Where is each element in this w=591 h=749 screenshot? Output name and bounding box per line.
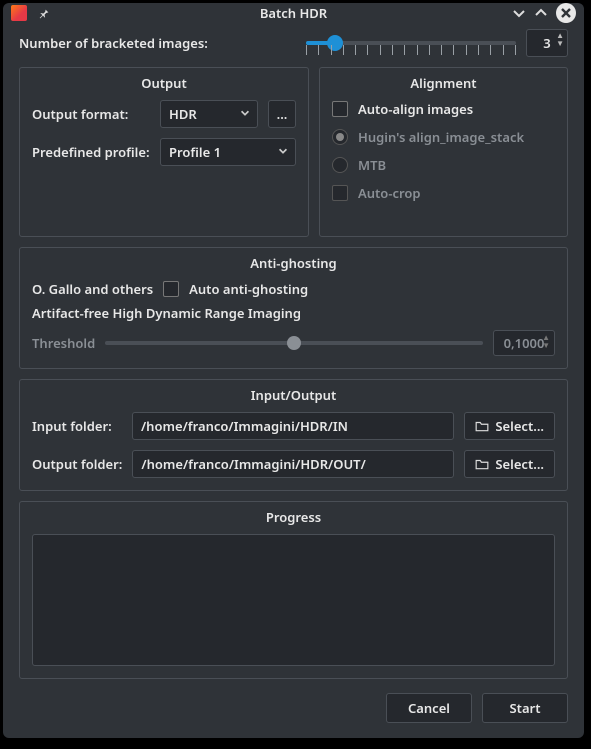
close-button[interactable]	[556, 3, 576, 23]
collapse-button[interactable]	[512, 6, 526, 20]
output-folder-select-button[interactable]: Select...	[464, 450, 555, 478]
profile-select[interactable]: Profile 1	[160, 138, 296, 166]
io-title: Input/Output	[32, 386, 555, 404]
progress-log	[32, 534, 555, 666]
output-group: Output Output format: HDR ... Predefined…	[19, 67, 309, 237]
antighosting-group: Anti-ghosting O. Gallo and others Auto a…	[19, 247, 568, 369]
batch-hdr-window: Batch HDR Number of bracketed images:	[3, 3, 584, 738]
output-format-select[interactable]: HDR	[160, 100, 258, 128]
output-folder-field[interactable]: /home/franco/Immagini/HDR/OUT/	[132, 450, 454, 478]
input-folder-select-button[interactable]: Select...	[464, 412, 555, 440]
bracket-row: Number of bracketed images: 3 ▲▼	[19, 29, 568, 57]
checkbox-icon	[332, 185, 348, 201]
bracket-value: 3	[543, 34, 550, 52]
auto-align-row[interactable]: Auto-align images	[332, 100, 555, 118]
output-format-label: Output format:	[32, 105, 150, 123]
pin-icon[interactable]	[37, 7, 50, 20]
output-format-more-button[interactable]: ...	[268, 100, 296, 128]
cancel-button[interactable]: Cancel	[386, 693, 472, 723]
threshold-spinbox: 0,1000 ▲▼	[493, 330, 555, 356]
bracket-label: Number of bracketed images:	[19, 34, 208, 52]
output-title: Output	[32, 74, 296, 92]
radio-icon	[332, 157, 348, 173]
profile-label: Predefined profile:	[32, 143, 150, 161]
start-button[interactable]: Start	[482, 693, 568, 723]
auto-antighosting-row[interactable]: Auto anti-ghosting	[163, 280, 308, 298]
mtb-row: MTB	[332, 156, 555, 174]
footer: Cancel Start	[19, 689, 568, 723]
checkbox-icon	[332, 101, 348, 117]
progress-group: Progress	[19, 501, 568, 679]
radio-icon	[332, 129, 348, 145]
window-title: Batch HDR	[3, 4, 584, 22]
progress-title: Progress	[32, 508, 555, 526]
antighosting-title: Anti-ghosting	[32, 254, 555, 272]
expand-button[interactable]	[534, 6, 548, 20]
ghost-credit: O. Gallo and others	[32, 280, 153, 298]
folder-icon	[475, 458, 489, 470]
auto-crop-row: Auto-crop	[332, 184, 555, 202]
titlebar: Batch HDR	[3, 3, 584, 23]
alignment-title: Alignment	[332, 74, 555, 92]
hugin-row: Hugin's align_image_stack	[332, 128, 555, 146]
alignment-group: Alignment Auto-align images Hugin's alig…	[319, 67, 568, 237]
input-folder-label: Input folder:	[32, 417, 122, 435]
folder-icon	[475, 420, 489, 432]
bracket-spinbox[interactable]: 3 ▲▼	[526, 29, 568, 57]
app-icon	[11, 5, 27, 21]
bracket-slider[interactable]	[306, 31, 516, 55]
checkbox-icon	[163, 281, 179, 297]
io-group: Input/Output Input folder: /home/franco/…	[19, 379, 568, 491]
ghost-desc: Artifact-free High Dynamic Range Imaging	[32, 304, 555, 322]
output-folder-label: Output folder:	[32, 455, 122, 473]
input-folder-field[interactable]: /home/franco/Immagini/HDR/IN	[132, 412, 454, 440]
threshold-label: Threshold	[32, 334, 95, 352]
threshold-slider	[105, 333, 483, 353]
